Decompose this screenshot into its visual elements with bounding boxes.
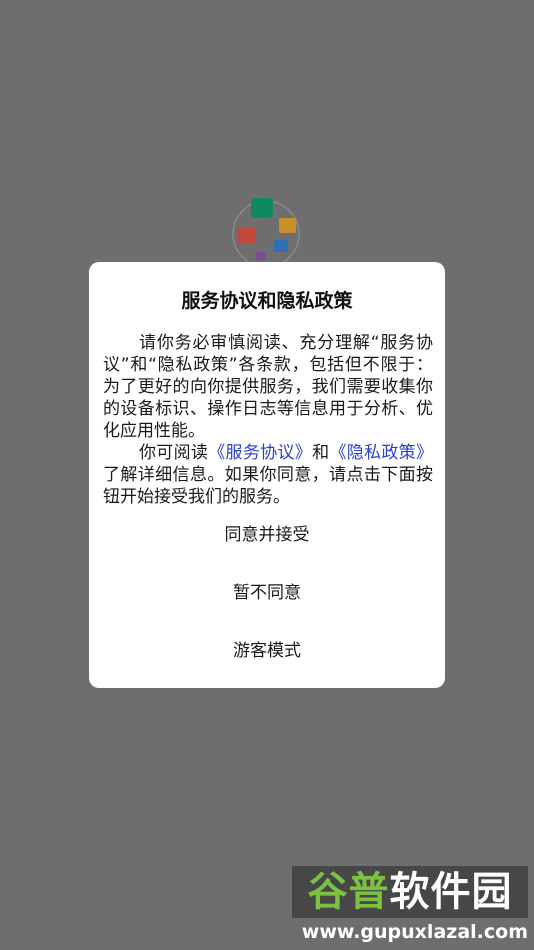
- paragraph-2-mid: 和: [312, 443, 330, 463]
- watermark-url: www.gupuxlazal.com: [301, 921, 528, 943]
- watermark: 谷普软件园 www.gupuxlazal.com: [292, 866, 528, 944]
- paragraph-2-suffix: 了解详细信息。如果你同意，请点击下面按钮开始接受我们的服务。: [103, 465, 433, 507]
- privacy-dialog: 服务协议和隐私政策 请你务必审慎阅读、充分理解“服务协议”和“隐私政策”各条款，…: [89, 262, 445, 688]
- dialog-title: 服务协议和隐私政策: [181, 290, 353, 312]
- paragraph-2-prefix: 你可阅读: [139, 443, 209, 463]
- watermark-brand-green: 谷普: [307, 869, 390, 915]
- dialog-body: 请你务必审慎阅读、充分理解“服务协议”和“隐私政策”各条款，包括但不限于：为了更…: [103, 332, 433, 508]
- watermark-brand: 谷普软件园: [292, 866, 528, 918]
- service-agreement-link[interactable]: 《服务协议》: [208, 443, 312, 463]
- decline-button[interactable]: 暂不同意: [89, 578, 445, 608]
- screen: 服务协议和隐私政策 请你务必审慎阅读、充分理解“服务协议”和“隐私政策”各条款，…: [0, 0, 534, 950]
- watermark-brand-white: 软件园: [389, 869, 513, 915]
- dialog-paragraph-1: 请你务必审慎阅读、充分理解“服务协议”和“隐私政策”各条款，包括但不限于：为了更…: [103, 333, 433, 441]
- accept-button[interactable]: 同意并接受: [89, 520, 445, 550]
- dialog-paragraph-2: 你可阅读《服务协议》和《隐私政策》了解详细信息。如果你同意，请点击下面按钮开始接…: [103, 442, 433, 508]
- privacy-policy-link[interactable]: 《隐私政策》: [329, 443, 433, 463]
- app-logo-icon: [232, 198, 300, 268]
- guest-mode-button[interactable]: 游客模式: [89, 636, 445, 666]
